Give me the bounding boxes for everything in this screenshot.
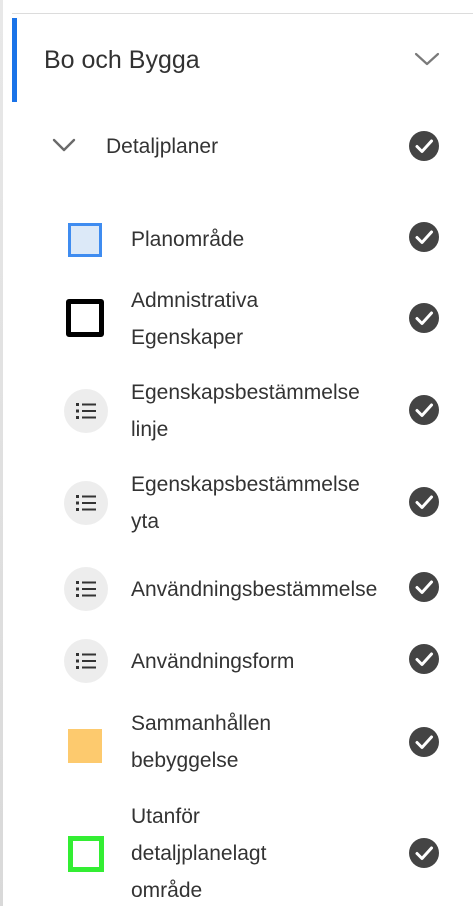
layer-label-line: yta: [131, 510, 160, 533]
layer-label-line: detaljplanelagt: [131, 842, 267, 865]
layer-label-line: Egenskapsbestämmelse: [131, 473, 360, 496]
visibility-check-icon[interactable]: [408, 837, 440, 869]
legend-list-icon: [64, 481, 108, 525]
layer-label: Utanför detaljplanelagt område: [131, 798, 403, 906]
legend-symbol-icon: [64, 832, 108, 876]
group-active-indicator: [12, 18, 17, 102]
layer-label: Användningsform: [131, 643, 403, 680]
layer-label-line: linje: [131, 418, 169, 441]
panel-edge: [0, 0, 3, 906]
visibility-check-icon[interactable]: [408, 394, 440, 426]
layer-label-line: Användningsbestämmelse: [131, 578, 378, 601]
layer-label-line: Sammanhållen: [131, 712, 272, 735]
layer-label: Användningsbestämmelse: [131, 571, 403, 608]
visibility-check-icon[interactable]: [408, 130, 440, 162]
visibility-check-icon[interactable]: [408, 221, 440, 253]
subgroup-header-detaljplaner[interactable]: Detaljplaner: [12, 122, 473, 174]
layer-label-line: Planområde: [131, 228, 245, 251]
legend-list-icon: [64, 389, 108, 433]
legend-symbol-icon: [64, 297, 108, 341]
layer-label-line: bebyggelse: [131, 749, 239, 772]
chevron-down-icon[interactable]: [412, 46, 442, 70]
layer-label: Egenskapsbestämmelse linje: [131, 374, 403, 448]
subgroup-title: Detaljplaner: [106, 135, 219, 158]
layer-label-line: Egenskaper: [131, 326, 244, 349]
legend-list-icon: [64, 567, 108, 611]
chevron-down-icon[interactable]: [50, 134, 78, 156]
visibility-check-icon[interactable]: [408, 571, 440, 603]
layer-label: Egenskapsbestämmelse yta: [131, 466, 403, 540]
visibility-check-icon[interactable]: [408, 643, 440, 675]
layer-label-line: område: [131, 879, 203, 902]
layer-panel: Bo och Bygga Detaljplaner Planområde Admn…: [0, 0, 473, 906]
visibility-check-icon[interactable]: [408, 726, 440, 758]
layer-label-line: Användningsform: [131, 650, 295, 673]
layer-label-line: Admnistrativa: [131, 289, 259, 312]
layer-label: Planområde: [131, 221, 403, 258]
layer-label-line: Utanför: [131, 805, 200, 828]
visibility-check-icon[interactable]: [408, 302, 440, 334]
layer-label: Admnistrativa Egenskaper: [131, 282, 403, 356]
legend-list-icon: [64, 639, 108, 683]
panel-top-divider: [12, 13, 473, 14]
legend-symbol-icon: [64, 219, 108, 263]
group-header-bo-och-bygga[interactable]: Bo och Bygga: [12, 18, 473, 102]
layer-label-line: Egenskapsbestämmelse: [131, 381, 360, 404]
legend-symbol-icon: [64, 725, 108, 769]
layer-label: Sammanhållen bebyggelse: [131, 705, 403, 779]
visibility-check-icon[interactable]: [408, 486, 440, 518]
group-title: Bo och Bygga: [44, 46, 200, 74]
